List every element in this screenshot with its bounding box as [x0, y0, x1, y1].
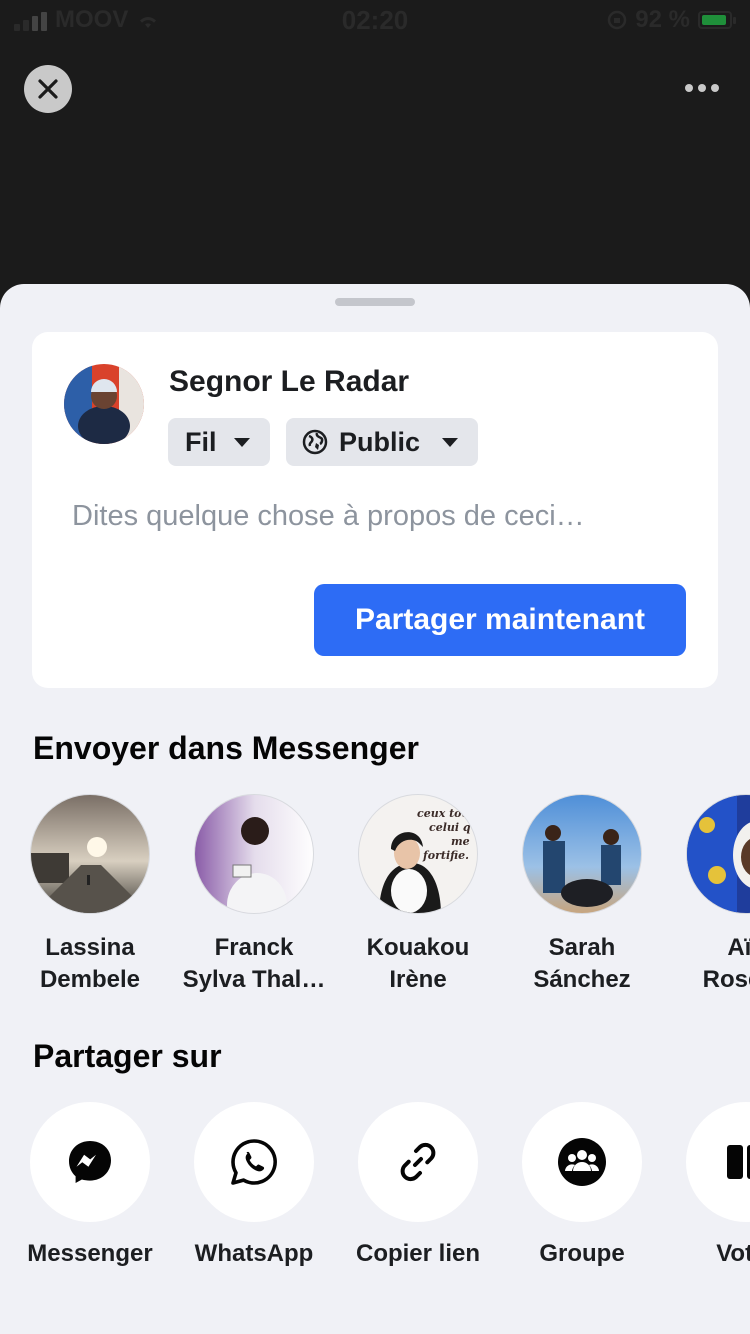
- contact-avatar: [30, 794, 150, 914]
- share-on-section-title: Partager sur: [33, 1038, 222, 1074]
- close-button[interactable]: [24, 65, 72, 113]
- share-story-button[interactable]: Votre: [664, 1102, 750, 1268]
- more-dot: [698, 84, 706, 92]
- share-now-button[interactable]: Partager maintenant: [314, 584, 686, 656]
- share-target-label: WhatsApp: [194, 1240, 314, 1267]
- share-targets-row: Messenger WhatsApp Copier lien Groupe Vo…: [0, 1102, 750, 1302]
- feed-destination-label: Fil: [185, 426, 217, 457]
- share-target-label: Votre: [716, 1240, 750, 1267]
- contact-first-name: Aïc: [727, 934, 750, 961]
- contact-avatar: [194, 794, 314, 914]
- whatsapp-icon: [231, 1139, 277, 1185]
- contact-avatar: [522, 794, 642, 914]
- share-target-circle: [194, 1102, 314, 1222]
- contact-avatar: ceux tou celui q me fortifie.: [358, 794, 478, 914]
- caret-down-icon: [442, 438, 458, 447]
- contact-first-name: Kouakou: [366, 934, 470, 961]
- messenger-contact[interactable]: Aïc Roselin: [664, 794, 750, 996]
- share-target-label: Groupe: [539, 1240, 625, 1267]
- share-target-circle: [30, 1102, 150, 1222]
- messenger-section-title: Envoyer dans Messenger: [33, 730, 419, 766]
- feed-destination-selector[interactable]: Fil: [168, 418, 270, 466]
- contact-name: Sarah Sánchez: [500, 932, 664, 996]
- messenger-contact[interactable]: ceux tou celui q me fortifie. Kouakou Ir…: [336, 794, 500, 996]
- story-icon: [727, 1145, 750, 1179]
- orientation-lock-icon: [608, 10, 627, 30]
- copy-link-button[interactable]: Copier lien: [336, 1102, 500, 1268]
- contact-name: Franck Sylva Thal…: [172, 932, 336, 996]
- contact-last-name: Sánchez: [533, 966, 631, 993]
- more-dot: [685, 84, 693, 92]
- contact-last-name: Irène: [389, 966, 447, 993]
- privacy-label: Public: [339, 426, 421, 457]
- battery-percent: 92 %: [635, 6, 690, 33]
- avatar-overlay-text: fortifie.: [422, 849, 469, 862]
- caption-input[interactable]: [72, 500, 672, 533]
- user-avatar: [64, 364, 144, 444]
- share-target-label: Messenger: [27, 1240, 153, 1267]
- share-target-circle: [358, 1102, 478, 1222]
- battery-icon: [698, 11, 736, 29]
- messenger-contact[interactable]: Lassina Dembele: [8, 794, 172, 996]
- contact-name: Aïc Roselin: [664, 932, 750, 996]
- contact-last-name: Roselin: [702, 966, 750, 993]
- caret-down-icon: [234, 438, 250, 447]
- battery-fill: [702, 15, 726, 25]
- user-name: Segnor Le Radar: [169, 365, 410, 398]
- contact-first-name: Lassina: [45, 934, 135, 961]
- contact-avatar: [686, 794, 750, 914]
- contact-first-name: Sarah: [548, 934, 616, 961]
- status-bar: MOOV 02:20 92 %: [0, 0, 750, 40]
- contact-last-name: Sylva Thal…: [182, 966, 326, 993]
- contact-name: Kouakou Irène: [336, 932, 500, 996]
- messenger-icon: [69, 1141, 111, 1183]
- share-target-circle: [686, 1102, 750, 1222]
- share-whatsapp-button[interactable]: WhatsApp: [172, 1102, 336, 1268]
- contact-last-name: Dembele: [39, 966, 141, 993]
- messenger-contacts-row: Lassina Dembele Franck Sylva Thal… ceux …: [0, 794, 750, 1004]
- share-sheet: Segnor Le Radar Fil Public Partager main…: [0, 284, 750, 1334]
- share-target-circle: [522, 1102, 642, 1222]
- privacy-selector[interactable]: Public: [286, 418, 478, 466]
- contact-first-name: Franck: [214, 934, 294, 961]
- post-composer: Segnor Le Radar Fil Public Partager main…: [32, 332, 718, 688]
- avatar-overlay-text: ceux tou: [417, 807, 470, 820]
- avatar-overlay-text: celui q: [429, 821, 471, 834]
- messenger-contact[interactable]: Sarah Sánchez: [500, 794, 664, 996]
- sheet-drag-handle[interactable]: [335, 298, 415, 306]
- more-options-button[interactable]: [680, 72, 724, 104]
- messenger-contact[interactable]: Franck Sylva Thal…: [172, 794, 336, 996]
- share-group-button[interactable]: Groupe: [500, 1102, 664, 1268]
- more-dot: [711, 84, 719, 92]
- close-icon: [38, 79, 58, 99]
- share-target-label: Copier lien: [355, 1240, 481, 1267]
- share-messenger-button[interactable]: Messenger: [8, 1102, 172, 1268]
- link-icon: [400, 1142, 436, 1182]
- group-icon: [558, 1138, 606, 1186]
- globe-icon: [302, 429, 328, 455]
- avatar-overlay-text: me: [451, 835, 470, 848]
- contact-name: Lassina Dembele: [8, 932, 172, 996]
